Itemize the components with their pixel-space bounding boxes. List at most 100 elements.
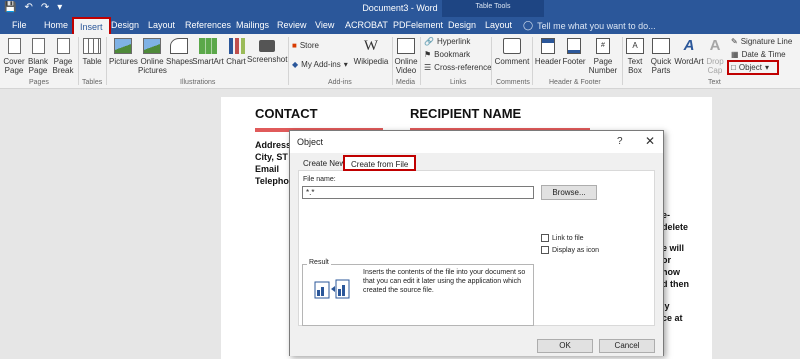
calendar-icon: ▦ xyxy=(731,50,739,59)
chart-button[interactable]: Chart xyxy=(225,38,247,66)
separator xyxy=(532,37,533,85)
body-text-fragment: ce at xyxy=(662,313,683,323)
browse-button[interactable]: Browse... xyxy=(541,185,597,200)
text-box-icon: A xyxy=(626,38,644,54)
screenshot-icon xyxy=(259,40,275,52)
body-text-fragment: delete xyxy=(662,222,689,232)
tab-mailings[interactable]: Mailings xyxy=(236,20,269,30)
checkbox-box xyxy=(541,246,549,254)
tab-layout[interactable]: Layout xyxy=(148,20,175,30)
tab-table-design[interactable]: Design xyxy=(448,20,476,30)
blank-page-button[interactable]: Blank Page xyxy=(27,38,49,75)
group-label-media: Media xyxy=(396,79,416,86)
tab-file[interactable]: File xyxy=(12,20,27,30)
quick-parts-button[interactable]: Quick Parts xyxy=(648,38,674,75)
group-label-header-footer: Header & Footer xyxy=(549,79,601,86)
smartart-icon xyxy=(199,38,217,54)
cross-reference-button[interactable]: ☰ Cross-reference xyxy=(424,63,492,72)
help-icon[interactable]: ? xyxy=(617,136,623,147)
result-description: Inserts the contents of the file into yo… xyxy=(363,269,526,294)
tab-table-layout[interactable]: Layout xyxy=(485,20,512,30)
store-button[interactable]: ■ Store xyxy=(292,41,319,50)
separator xyxy=(288,37,289,85)
cancel-button[interactable]: Cancel xyxy=(599,339,655,353)
comment-icon xyxy=(503,38,521,54)
wordart-button[interactable]: A WordArt xyxy=(674,38,704,67)
cross-reference-icon: ☰ xyxy=(424,63,432,72)
dropdown-arrow-icon: ▾ xyxy=(343,60,348,69)
object-dialog: Object ? ✕ Create New Create from File F… xyxy=(289,130,664,356)
footer-button[interactable]: Footer xyxy=(561,38,587,66)
result-documents-icon xyxy=(314,279,350,299)
wikipedia-button[interactable]: W Wikipedia xyxy=(352,38,390,66)
ribbon-tab-row: File Home Insert Design Layout Reference… xyxy=(0,17,800,34)
tab-view[interactable]: View xyxy=(315,20,334,30)
table-icon xyxy=(83,38,101,54)
ok-button[interactable]: OK xyxy=(537,339,593,353)
online-video-button[interactable]: Online Video xyxy=(394,38,418,75)
header-icon xyxy=(541,38,555,54)
page-number-button[interactable]: # Page Number xyxy=(586,38,620,75)
separator xyxy=(491,37,492,85)
date-time-button[interactable]: ▦ Date & Time xyxy=(731,50,786,59)
tell-me-box[interactable]: ◯ Tell me what you want to do... xyxy=(523,20,656,31)
tab-pdfelement[interactable]: PDFelement xyxy=(393,20,443,30)
quick-parts-icon xyxy=(652,38,670,54)
display-as-icon-checkbox[interactable]: Display as icon xyxy=(541,246,599,254)
body-text-fragment: how xyxy=(662,267,680,277)
group-label-text: Text xyxy=(708,79,721,86)
body-text-fragment: d then xyxy=(662,279,689,289)
separator xyxy=(622,37,623,85)
group-label-links: Links xyxy=(450,79,467,86)
store-icon: ■ xyxy=(292,41,297,50)
page-break-icon xyxy=(56,38,70,54)
shapes-button[interactable]: Shapes xyxy=(166,38,193,66)
group-label-pages: Pages xyxy=(29,79,49,86)
wikipedia-icon: W xyxy=(363,38,379,54)
bookmark-icon: ⚑ xyxy=(424,50,432,59)
header-button[interactable]: Header xyxy=(534,38,562,66)
dialog-title: Object xyxy=(297,137,324,147)
footer-icon xyxy=(567,38,581,54)
link-to-file-checkbox[interactable]: Link to file xyxy=(541,234,584,242)
shapes-icon xyxy=(170,38,188,54)
my-addins-button[interactable]: ◆ My Add-ins ▾ xyxy=(292,60,348,69)
page-break-button[interactable]: Page Break xyxy=(50,38,76,75)
pictures-button[interactable]: Pictures xyxy=(109,38,138,66)
page-number-icon: # xyxy=(596,38,610,54)
hyperlink-button[interactable]: 🔗 Hyperlink xyxy=(424,37,470,46)
separator xyxy=(106,37,107,85)
tab-acrobat[interactable]: ACROBAT xyxy=(345,20,388,30)
blank-page-icon xyxy=(31,38,45,54)
group-label-comments: Comments xyxy=(496,79,530,86)
document-title: Document3 - Word xyxy=(362,3,438,13)
tell-me-text: Tell me what you want to do... xyxy=(537,20,656,31)
close-icon[interactable]: ✕ xyxy=(645,134,655,148)
online-pictures-button[interactable]: Online Pictures xyxy=(138,38,167,75)
contact-heading: CONTACT xyxy=(255,106,318,121)
table-button[interactable]: Table xyxy=(80,38,104,66)
text-box-button[interactable]: A Text Box xyxy=(624,38,646,75)
my-addins-icon: ◆ xyxy=(292,60,299,69)
smartart-button[interactable]: SmartArt xyxy=(192,38,224,66)
hyperlink-icon: 🔗 xyxy=(424,37,434,46)
screenshot-button[interactable]: Screenshot xyxy=(247,38,287,64)
chart-icon xyxy=(227,38,245,54)
tab-review[interactable]: Review xyxy=(277,20,307,30)
signature-line-button[interactable]: ✎ Signature Line xyxy=(731,37,792,46)
group-label-addins: Add-ins xyxy=(328,79,352,86)
tab-create-from-file[interactable]: Create from File xyxy=(343,155,417,171)
bookmark-button[interactable]: ⚑ Bookmark xyxy=(424,50,470,59)
group-label-tables: Tables xyxy=(82,79,103,86)
comment-button[interactable]: Comment xyxy=(494,38,530,66)
tab-references[interactable]: References xyxy=(185,20,231,30)
body-text-fragment: e will xyxy=(662,243,685,253)
drop-cap-icon: A xyxy=(709,37,721,54)
tab-home[interactable]: Home xyxy=(44,20,68,30)
tab-insert[interactable]: Insert xyxy=(72,17,111,34)
cover-page-button[interactable]: Cover Page xyxy=(2,38,26,75)
recipient-heading: RECIPIENT NAME xyxy=(410,106,522,121)
tab-create-new[interactable]: Create New xyxy=(303,159,345,168)
file-name-field[interactable] xyxy=(302,186,534,199)
tab-design[interactable]: Design xyxy=(111,20,139,30)
